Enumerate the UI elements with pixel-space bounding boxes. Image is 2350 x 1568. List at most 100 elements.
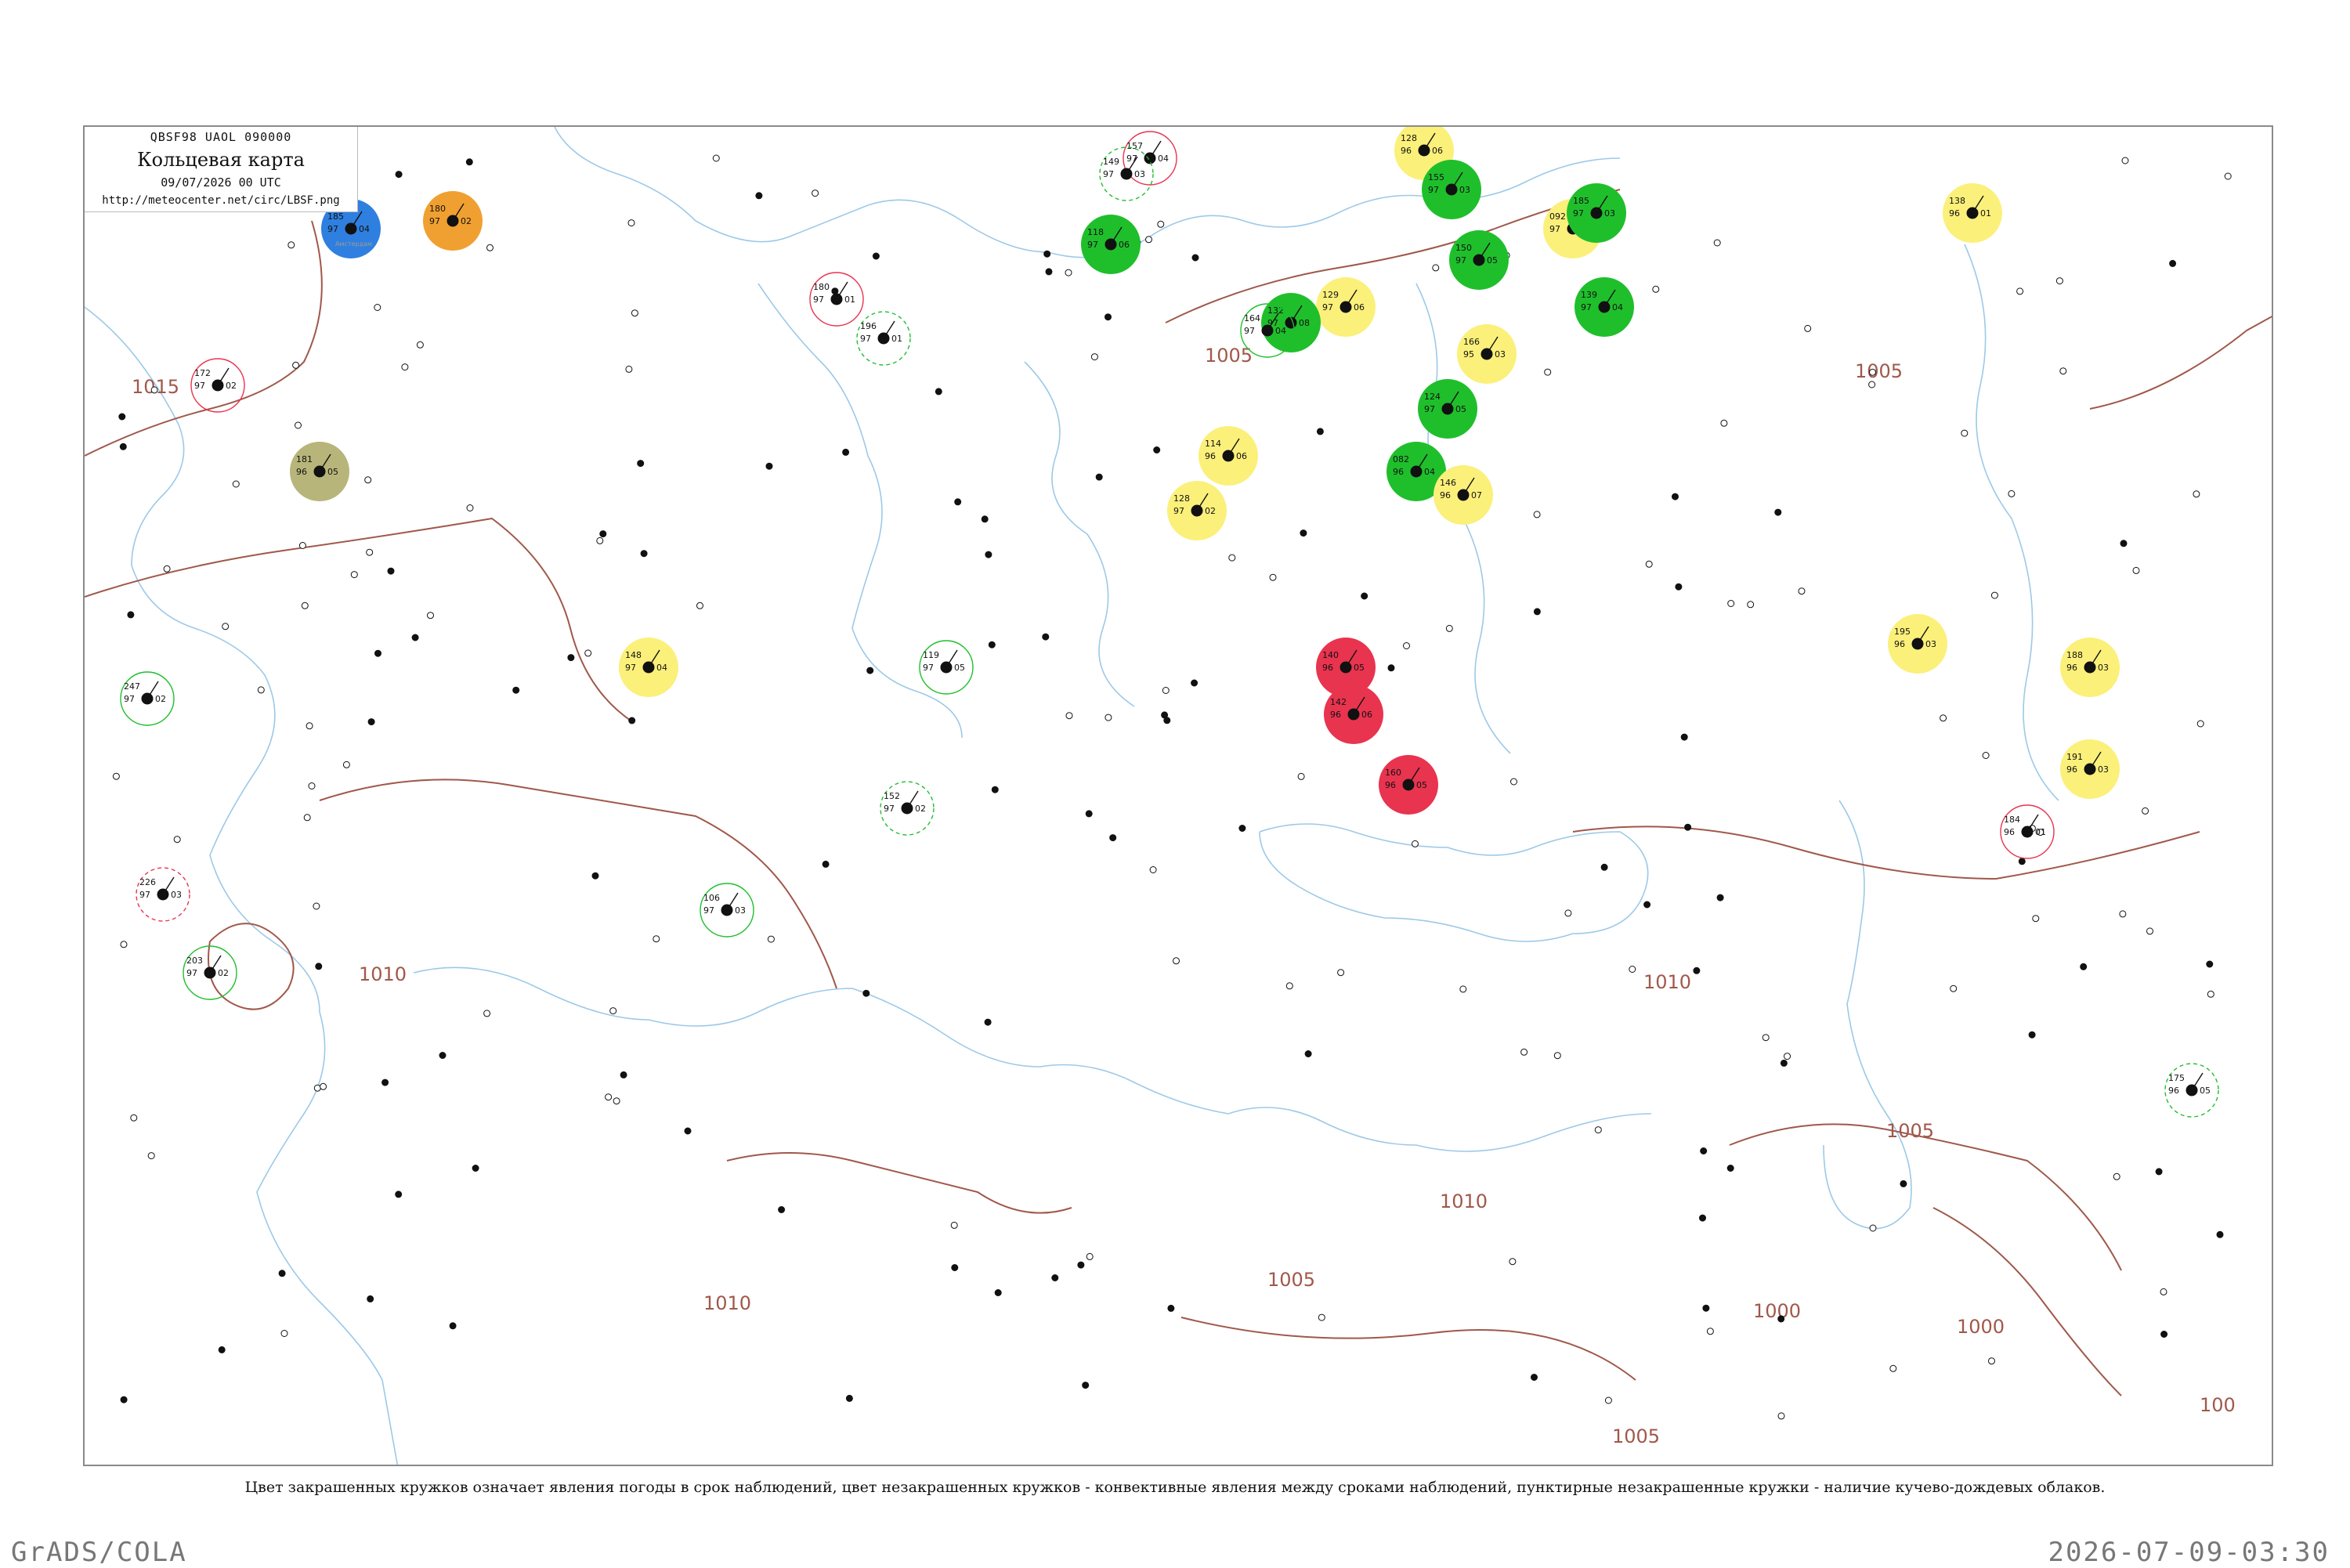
- weather-station[interactable]: 184 96 01: [2000, 804, 2055, 859]
- station-marker-icon: [609, 1007, 617, 1015]
- station-temperature: 106: [703, 893, 720, 903]
- isobar-label: 1005: [1855, 360, 1903, 382]
- station-pressure: 96: [1393, 467, 1404, 477]
- weather-station[interactable]: 181 96 05: [290, 442, 349, 501]
- station-pressure: 97: [1455, 255, 1466, 266]
- weather-station[interactable]: 188 96 03: [2060, 638, 2120, 697]
- station-marker-icon: [599, 530, 607, 538]
- station-marker-icon: [2216, 1230, 2224, 1238]
- weather-station[interactable]: 185 97 03: [1567, 183, 1626, 243]
- isobar-1000-east: [1932, 1207, 2122, 1396]
- weather-station[interactable]: 150 97 05: [1449, 230, 1509, 290]
- map-frame[interactable]: 1015101010051010100510101005100010001005…: [83, 125, 2273, 1466]
- station-temperature: 138: [1949, 196, 1965, 206]
- map-canvas[interactable]: 1015101010051010100510101005100010001005…: [85, 127, 2273, 1466]
- station-pressure: 97: [860, 334, 871, 344]
- station-marker-icon: [222, 623, 230, 630]
- isobar-1005-east: [1729, 1123, 2122, 1271]
- station-marker-icon: [584, 649, 592, 657]
- weather-station[interactable]: 196 97 01: [856, 311, 911, 366]
- station-marker-icon: [2055, 277, 2063, 285]
- station-tendency: 03: [2098, 764, 2109, 775]
- station-marker-icon: [1153, 446, 1161, 453]
- weather-station[interactable]: 180 97 01: [809, 272, 864, 327]
- station-tendency: 06: [1361, 710, 1372, 720]
- station-marker-icon: [2018, 858, 2026, 865]
- station-tendency: 07: [1471, 490, 1482, 500]
- station-pressure: 97: [1087, 240, 1098, 250]
- station-tendency: 04: [1612, 302, 1623, 313]
- station-temperature: 172: [194, 368, 211, 378]
- weather-station[interactable]: 119 97 05: [919, 640, 974, 695]
- station-tendency: 03: [171, 890, 182, 900]
- bulletin-code: QBSF98 UAOL 090000: [150, 130, 292, 144]
- weather-station[interactable]: 124 97 05: [1418, 379, 1477, 439]
- weather-station[interactable]: 166 95 03: [1457, 324, 1517, 384]
- station-marker-icon: [712, 154, 720, 162]
- station-marker-icon: [313, 1084, 321, 1092]
- weather-station[interactable]: 139 97 04: [1574, 277, 1634, 337]
- station-marker-icon: [1285, 982, 1293, 990]
- station-marker-icon: [173, 836, 181, 844]
- weather-station[interactable]: 155 97 03: [1422, 160, 1481, 219]
- weather-station[interactable]: 129 97 06: [1316, 277, 1376, 337]
- station-temperature: 226: [139, 877, 156, 887]
- station-marker-icon: [1095, 473, 1103, 481]
- station-marker-icon: [280, 1330, 288, 1337]
- weather-station[interactable]: 172 97 02: [190, 358, 245, 413]
- station-marker-icon: [2196, 720, 2204, 728]
- weather-station[interactable]: 191 96 03: [2060, 739, 2120, 799]
- station-marker-icon: [395, 171, 403, 179]
- weather-station[interactable]: 138 96 01: [1943, 183, 2002, 243]
- station-marker-icon: [374, 304, 381, 311]
- station-marker-icon: [1727, 600, 1735, 607]
- footer-timestamp: 2026-07-09-03:30: [2048, 1537, 2330, 1568]
- station-marker-icon: [1082, 1382, 1090, 1389]
- weather-station[interactable]: 195 96 03: [1888, 614, 1947, 674]
- station-pressure: 97: [194, 381, 205, 391]
- station-tendency: 02: [461, 216, 472, 226]
- weather-station[interactable]: 118 97 06: [1081, 215, 1141, 274]
- weather-station[interactable]: 114 96 06: [1198, 426, 1258, 486]
- station-marker-icon: [596, 537, 604, 544]
- station-pressure: 96: [1385, 780, 1396, 790]
- weather-station[interactable]: 247 97 02: [120, 671, 175, 726]
- station-marker-icon: [1065, 269, 1072, 276]
- weather-station[interactable]: 152 97 02: [880, 781, 935, 836]
- weather-station[interactable]: 180 97 02: [423, 191, 483, 251]
- weather-station[interactable]: 146 96 07: [1434, 465, 1493, 525]
- station-marker-icon: [367, 1295, 374, 1302]
- station-temperature: 185: [1573, 196, 1589, 206]
- station-marker-icon: [1702, 1304, 1710, 1312]
- isobar-1005-south: [1180, 1317, 1636, 1381]
- station-marker-icon: [120, 941, 128, 948]
- weather-station[interactable]: 175 96 05: [2164, 1063, 2219, 1118]
- station-marker-icon: [1157, 220, 1165, 228]
- isobar-label: 1010: [1643, 971, 1691, 993]
- station-marker-icon: [1774, 508, 1782, 516]
- weather-station[interactable]: 226 97 03: [136, 867, 190, 922]
- station-marker-icon: [1445, 624, 1453, 632]
- station-marker-icon: [292, 361, 300, 369]
- weather-station[interactable]: 203 97 02: [183, 945, 237, 1000]
- station-marker-icon: [950, 1221, 958, 1229]
- station-marker-icon: [2032, 915, 2040, 923]
- station-tendency: 05: [1354, 663, 1365, 673]
- station-pressure: 96: [2168, 1086, 2179, 1096]
- station-marker-icon: [2080, 963, 2088, 970]
- station-marker-icon: [1191, 679, 1198, 687]
- station-tendency: 03: [1604, 208, 1615, 219]
- weather-station[interactable]: 142 96 06: [1324, 685, 1383, 744]
- weather-station[interactable]: 106 97 03: [700, 883, 754, 938]
- weather-station[interactable]: 160 96 05: [1379, 755, 1438, 815]
- station-marker-icon: [1693, 966, 1701, 974]
- station-pressure: 97: [186, 968, 197, 978]
- station-marker-icon: [298, 542, 306, 549]
- station-marker-icon: [465, 158, 473, 166]
- station-marker-icon: [1699, 1214, 1706, 1222]
- station-pressure: 97: [1424, 404, 1435, 414]
- weather-station[interactable]: 128 97 02: [1167, 481, 1227, 540]
- station-marker-icon: [1104, 714, 1112, 721]
- source-url[interactable]: http://meteocenter.net/circ/LBSF.png: [85, 194, 357, 207]
- weather-station[interactable]: 148 97 04: [619, 638, 678, 697]
